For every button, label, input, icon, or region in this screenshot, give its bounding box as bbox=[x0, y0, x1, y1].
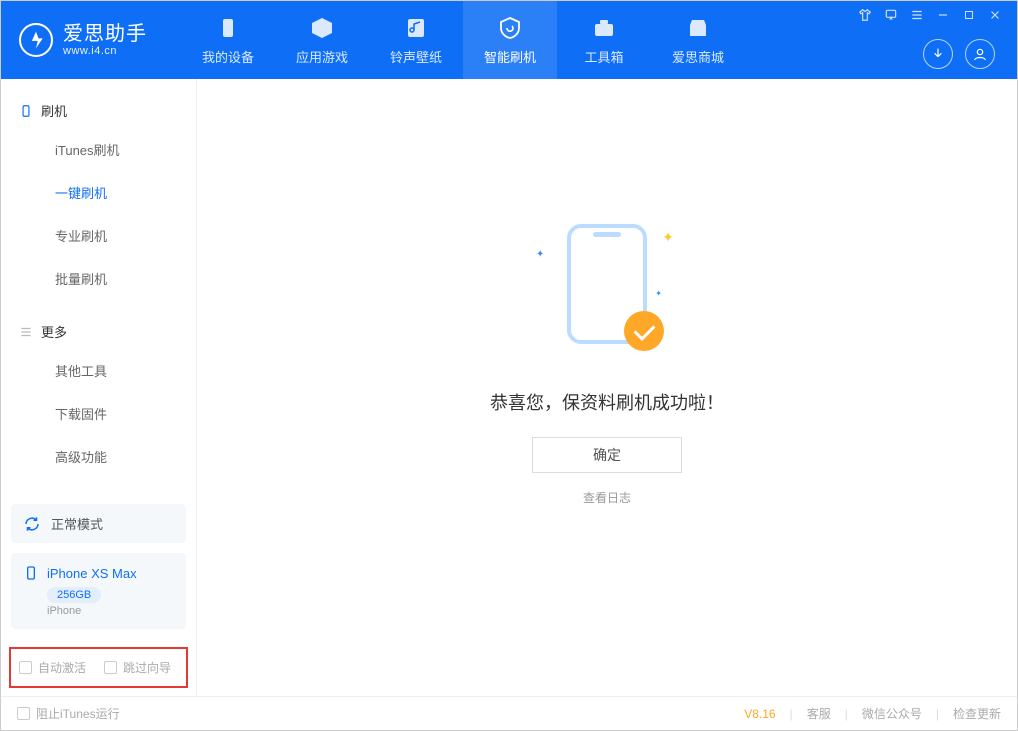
sidebar-header-label: 更多 bbox=[41, 322, 67, 341]
sidebar-header-flash: 刷机 bbox=[1, 93, 196, 128]
checkbox-block-itunes[interactable]: 阻止iTunes运行 bbox=[17, 705, 120, 722]
tab-smart-flash[interactable]: 智能刷机 bbox=[463, 1, 557, 79]
checkbox-auto-activate[interactable]: 自动激活 bbox=[19, 659, 86, 676]
sidebar-item-download-firmware[interactable]: 下载固件 bbox=[1, 392, 196, 435]
sidebar-header-more: 更多 bbox=[1, 314, 196, 349]
window-controls bbox=[857, 1, 1013, 23]
sidebar-header-label: 刷机 bbox=[41, 101, 67, 120]
device-mode-label: 正常模式 bbox=[51, 514, 103, 533]
tab-ringtone-wallpaper[interactable]: 铃声壁纸 bbox=[369, 1, 463, 79]
checkbox-label: 跳过向导 bbox=[123, 659, 171, 676]
tab-label: 工具箱 bbox=[584, 47, 623, 66]
device-info-box[interactable]: iPhone XS Max 256GB iPhone bbox=[11, 553, 186, 629]
close-icon[interactable] bbox=[987, 7, 1003, 23]
sidebar: 刷机 iTunes刷机 一键刷机 专业刷机 批量刷机 更多 其他工具 下载固件 … bbox=[1, 79, 197, 696]
sync-icon bbox=[23, 515, 41, 533]
sidebar-item-other-tools[interactable]: 其他工具 bbox=[1, 349, 196, 392]
store-icon bbox=[685, 15, 711, 41]
options-highlight-box: 自动激活 跳过向导 bbox=[9, 647, 188, 688]
phone-icon bbox=[23, 565, 39, 581]
tab-my-device[interactable]: 我的设备 bbox=[181, 1, 275, 79]
footer-link-service[interactable]: 客服 bbox=[807, 705, 831, 722]
checkbox-label: 自动激活 bbox=[38, 659, 86, 676]
device-capacity: 256GB bbox=[47, 587, 101, 603]
app-subtitle: www.i4.cn bbox=[63, 45, 147, 57]
checkbox-label: 阻止iTunes运行 bbox=[36, 705, 120, 722]
download-button[interactable] bbox=[923, 39, 953, 69]
user-button[interactable] bbox=[965, 39, 995, 69]
sidebar-item-batch-flash[interactable]: 批量刷机 bbox=[1, 257, 196, 300]
footer-bar: 阻止iTunes运行 V8.16 | 客服 | 微信公众号 | 检查更新 bbox=[1, 696, 1017, 730]
success-message: 恭喜您，保资料刷机成功啦！ bbox=[490, 389, 724, 415]
sparkle-icon: ✦ bbox=[662, 229, 674, 246]
checkmark-badge-icon bbox=[624, 311, 664, 351]
footer-link-wechat[interactable]: 微信公众号 bbox=[862, 705, 922, 722]
sidebar-item-pro-flash[interactable]: 专业刷机 bbox=[1, 214, 196, 257]
phone-icon bbox=[19, 104, 33, 118]
device-name: iPhone XS Max bbox=[47, 566, 137, 581]
version-label: V8.16 bbox=[744, 707, 775, 721]
header-right bbox=[857, 1, 1017, 79]
success-illustration: ✦ ✦ ✦ bbox=[542, 219, 672, 359]
checkbox-icon bbox=[19, 661, 32, 674]
checkbox-icon bbox=[17, 707, 30, 720]
minimize-icon[interactable] bbox=[935, 7, 951, 23]
music-icon bbox=[403, 15, 429, 41]
shield-refresh-icon bbox=[497, 15, 523, 41]
sidebar-item-oneclick-flash[interactable]: 一键刷机 bbox=[1, 171, 196, 214]
ok-button[interactable]: 确定 bbox=[532, 437, 682, 473]
logo-area: 爱思助手 www.i4.cn bbox=[1, 1, 181, 79]
tab-label: 我的设备 bbox=[202, 47, 254, 66]
toolbox-icon bbox=[591, 15, 617, 41]
view-log-link[interactable]: 查看日志 bbox=[583, 489, 631, 506]
tab-store[interactable]: 爱思商城 bbox=[651, 1, 745, 79]
tab-label: 爱思商城 bbox=[672, 47, 724, 66]
main-content: ✦ ✦ ✦ 恭喜您，保资料刷机成功啦！ 确定 查看日志 bbox=[197, 79, 1017, 696]
device-icon bbox=[215, 15, 241, 41]
app-logo-icon bbox=[19, 23, 53, 57]
device-mode-box[interactable]: 正常模式 bbox=[11, 504, 186, 543]
checkbox-skip-guide[interactable]: 跳过向导 bbox=[104, 659, 171, 676]
sparkle-icon: ✦ bbox=[655, 289, 662, 298]
maximize-icon[interactable] bbox=[961, 7, 977, 23]
app-title: 爱思助手 bbox=[63, 23, 147, 45]
tab-label: 智能刷机 bbox=[484, 47, 536, 66]
tab-label: 铃声壁纸 bbox=[390, 47, 442, 66]
sidebar-item-itunes-flash[interactable]: iTunes刷机 bbox=[1, 128, 196, 171]
menu-icon[interactable] bbox=[909, 7, 925, 23]
tab-label: 应用游戏 bbox=[296, 47, 348, 66]
top-tabs: 我的设备 应用游戏 铃声壁纸 智能刷机 工具箱 爱思商城 bbox=[181, 1, 745, 79]
cube-icon bbox=[309, 15, 335, 41]
shirt-icon[interactable] bbox=[857, 7, 873, 23]
tab-apps-games[interactable]: 应用游戏 bbox=[275, 1, 369, 79]
device-type: iPhone bbox=[47, 605, 174, 617]
tab-toolbox[interactable]: 工具箱 bbox=[557, 1, 651, 79]
feedback-icon[interactable] bbox=[883, 7, 899, 23]
list-icon bbox=[19, 325, 33, 339]
sparkle-icon: ✦ bbox=[536, 249, 544, 260]
footer-link-update[interactable]: 检查更新 bbox=[953, 705, 1001, 722]
app-header: 爱思助手 www.i4.cn 我的设备 应用游戏 铃声壁纸 智能刷机 工具箱 爱… bbox=[1, 1, 1017, 79]
sidebar-item-advanced[interactable]: 高级功能 bbox=[1, 435, 196, 478]
checkbox-icon bbox=[104, 661, 117, 674]
